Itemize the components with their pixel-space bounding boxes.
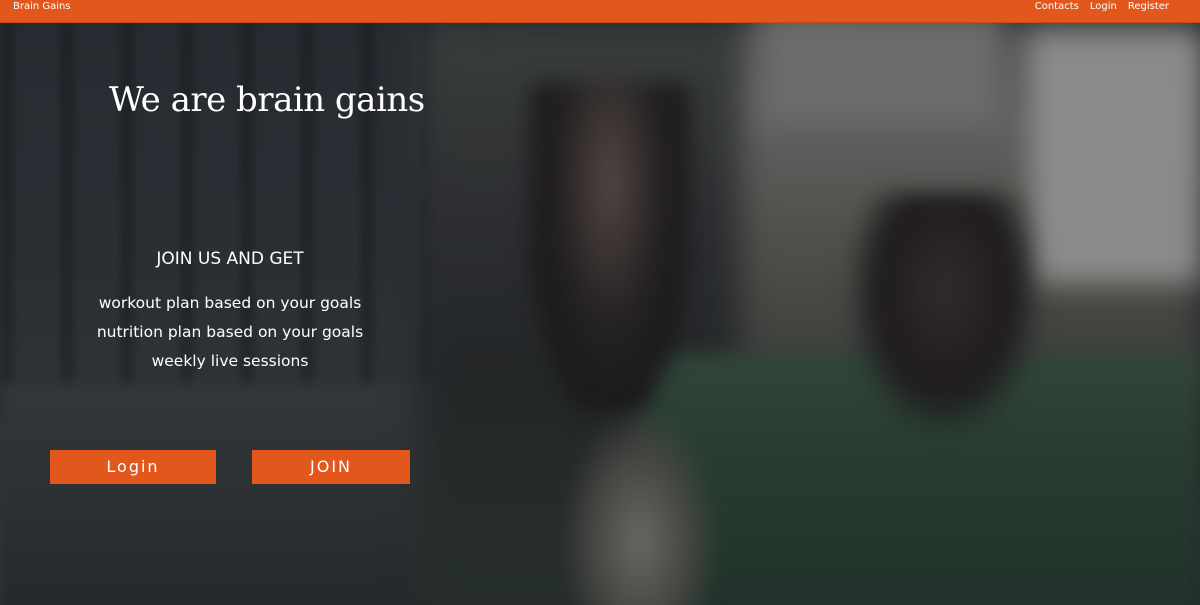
nav-link-contacts[interactable]: Contacts — [1035, 1, 1079, 13]
join-button[interactable]: JOIN — [252, 450, 410, 484]
top-navbar: Brain Gains Contacts Login Register — [0, 0, 1200, 23]
hero-section: We are brain gains JOIN US AND GET worko… — [0, 23, 1200, 605]
nav-links: Contacts Login Register — [1024, 1, 1169, 13]
brand-link[interactable]: Brain Gains — [13, 1, 71, 13]
benefit-item-live-sessions: weekly live sessions — [151, 352, 309, 370]
nav-link-login[interactable]: Login — [1090, 1, 1117, 13]
benefit-item-workout: workout plan based on your goals — [98, 294, 362, 312]
benefits-list: workout plan based on your goals nutriti… — [0, 289, 460, 376]
hero-title: We are brain gains — [109, 80, 425, 120]
login-button[interactable]: Login — [50, 450, 216, 484]
join-heading: JOIN US AND GET — [156, 249, 304, 269]
benefit-item-nutrition: nutrition plan based on your goals — [96, 323, 364, 341]
nav-link-register[interactable]: Register — [1128, 1, 1169, 13]
